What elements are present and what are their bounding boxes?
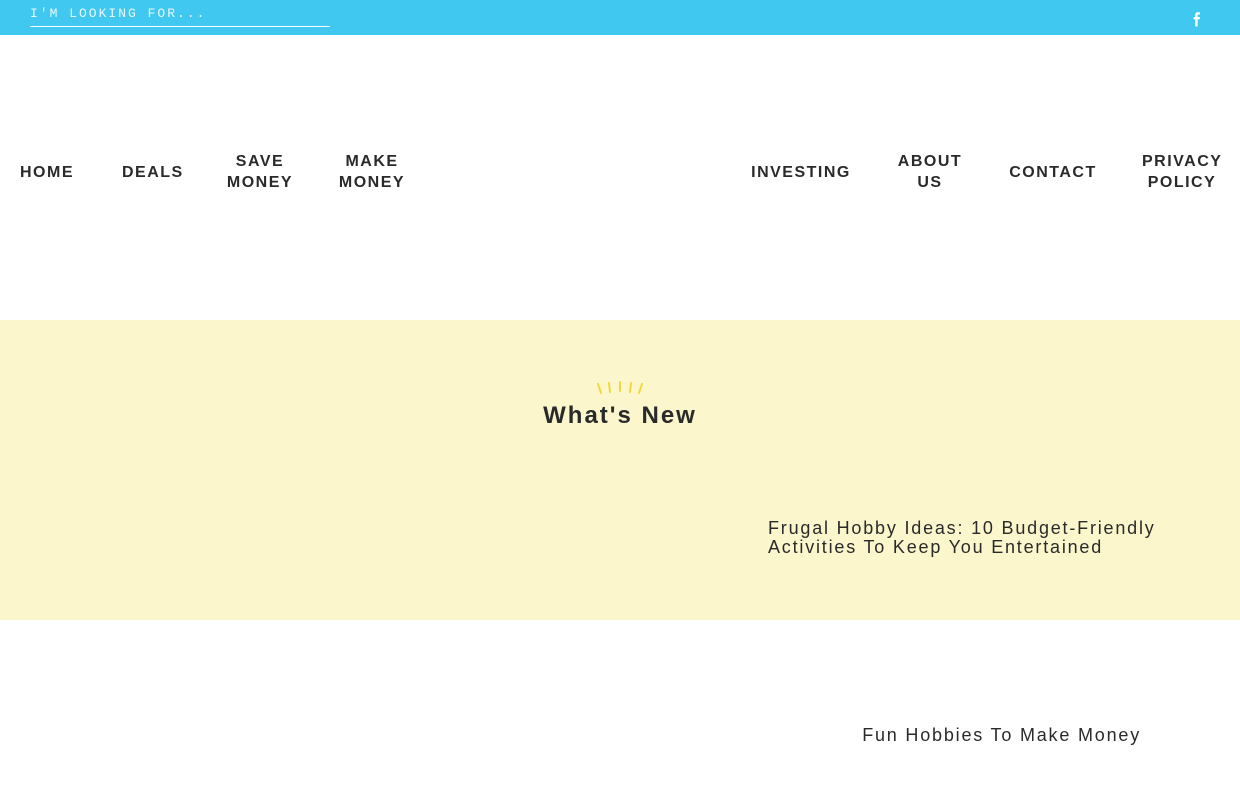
nav-make-money[interactable]: MAKE MONEY <box>337 151 407 193</box>
sparkle-icon <box>597 381 643 394</box>
whats-new-section <box>0 320 1240 620</box>
facebook-icon[interactable] <box>1187 10 1207 30</box>
nav-privacy-policy[interactable]: PRIVACY POLICY <box>1142 151 1222 193</box>
section-title: What's New <box>543 402 697 429</box>
nav-about-us[interactable]: ABOUT US <box>896 151 964 193</box>
nav-deals[interactable]: DEALS <box>122 162 182 183</box>
nav-privacy-label-1: PRIVACY <box>1142 153 1223 170</box>
nav-save-money-label-1: SAVE <box>235 153 285 170</box>
nav-contact-label: CONTACT <box>1009 164 1097 181</box>
nav-deals-label: DEALS <box>122 164 184 181</box>
nav-home[interactable]: HOME <box>20 162 73 183</box>
nav-contact[interactable]: CONTACT <box>1008 162 1098 183</box>
nav-investing[interactable]: INVESTING <box>751 162 851 183</box>
top-bar <box>0 0 1240 35</box>
nav-save-money-label-2: MONEY <box>226 174 294 191</box>
search-input[interactable] <box>30 2 330 24</box>
nav-make-money-label-1: MAKE <box>345 153 399 170</box>
featured-post-title[interactable]: Frugal Hobby Ideas: 10 Budget-Friendly A… <box>768 519 1188 557</box>
search-box <box>30 2 330 27</box>
nav-about-label-2: US <box>917 174 943 191</box>
nav-save-money[interactable]: SAVE MONEY <box>225 151 295 193</box>
nav-investing-label: INVESTING <box>751 164 851 181</box>
nav-privacy-label-2: POLICY <box>1147 174 1217 191</box>
nav-home-label: HOME <box>20 164 74 181</box>
nav-about-label-1: ABOUT <box>897 153 963 170</box>
post-title-link[interactable]: Fun Hobbies To Make Money <box>862 725 1141 745</box>
nav-make-money-label-2: MONEY <box>338 174 406 191</box>
